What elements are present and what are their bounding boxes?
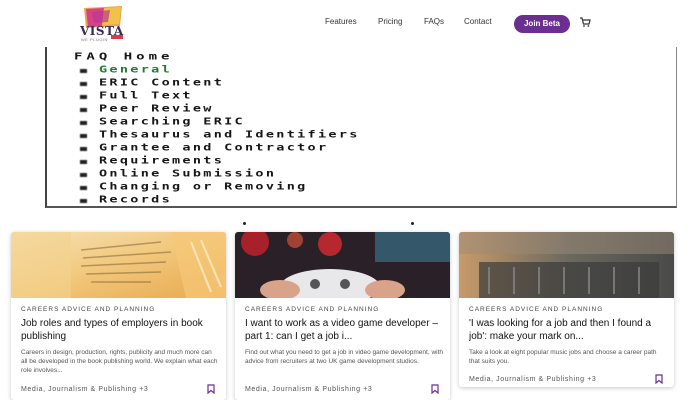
article-card[interactable]: CAREERS ADVICE AND PLANNING Job roles an… xyxy=(11,232,226,400)
faq-item-peer-review: Peer Review xyxy=(99,103,214,115)
cart-icon[interactable] xyxy=(579,16,591,28)
book-pages-image xyxy=(11,232,226,298)
faq-item-requirements: Requirements xyxy=(99,155,225,167)
faq-item-online-submission: Online Submission xyxy=(99,168,277,180)
card-tags: Media, Journalism & Publishing +3 xyxy=(245,386,373,393)
bullet-icon xyxy=(80,160,87,164)
bullet-icon xyxy=(80,186,87,190)
card-tags: Media, Journalism & Publishing +3 xyxy=(21,386,149,393)
card-category: CAREERS ADVICE AND PLANNING xyxy=(245,306,380,313)
bullet-icon xyxy=(80,173,87,177)
article-card[interactable]: CAREERS ADVICE AND PLANNING I want to wo… xyxy=(235,232,450,400)
faq-item-eric-content: ERIC Content xyxy=(99,77,225,89)
faq-item-full-text: Full Text xyxy=(99,90,193,102)
faq-screenshot-image: FAQ Home General ERIC Content Full Text … xyxy=(45,47,677,208)
card-description: Take a look at eight popular music jobs … xyxy=(469,349,657,365)
card-title[interactable]: I want to work as a video game developer… xyxy=(245,318,443,344)
bookmark-icon[interactable] xyxy=(207,384,215,394)
faq-item-grantee: Grantee and Contractor xyxy=(99,142,329,154)
article-card[interactable]: CAREERS ADVICE AND PLANNING 'I was looki… xyxy=(459,232,674,387)
card-category: CAREERS ADVICE AND PLANNING xyxy=(469,306,604,313)
carousel-dot[interactable] xyxy=(411,222,414,225)
logo-tagline: WE PLUGIN xyxy=(81,37,108,42)
bullet-icon xyxy=(80,82,87,86)
faq-item-general: General xyxy=(99,64,172,76)
faq-item-changing: Changing or Removing xyxy=(99,181,308,193)
card-description: Find out what you need to get a job in v… xyxy=(245,349,443,365)
card-tags: Media, Journalism & Publishing +3 xyxy=(469,376,597,383)
card-category: CAREERS ADVICE AND PLANNING xyxy=(21,306,156,313)
card-title[interactable]: 'I was looking for a job and then I foun… xyxy=(469,318,667,344)
bookmark-icon[interactable] xyxy=(431,384,439,394)
card-title[interactable]: Job roles and types of employers in book… xyxy=(21,318,219,344)
bullet-icon xyxy=(80,121,87,125)
faq-item-thesaurus: Thesaurus and Identifiers xyxy=(99,129,360,141)
faq-item-searching-eric: Searching ERIC xyxy=(99,116,245,128)
card-description: Careers in design, production, rights, p… xyxy=(21,349,218,374)
bullet-icon xyxy=(80,108,87,112)
nav-faqs[interactable]: FAQs xyxy=(424,17,444,26)
faq-heading: FAQ Home xyxy=(74,51,174,63)
music-mixer-image xyxy=(459,232,674,298)
join-beta-button[interactable]: Join Beta xyxy=(514,15,570,33)
nav-contact[interactable]: Contact xyxy=(464,17,492,26)
nav-features[interactable]: Features xyxy=(325,17,357,26)
nav-pricing[interactable]: Pricing xyxy=(378,17,402,26)
site-header: VISTA WE PLUGIN Features Pricing FAQs Co… xyxy=(0,0,700,46)
bullet-icon xyxy=(80,69,87,73)
bookmark-icon[interactable] xyxy=(655,374,663,384)
carousel-dot[interactable] xyxy=(243,222,246,225)
bullet-icon xyxy=(80,95,87,99)
game-controller-image xyxy=(235,232,450,298)
bullet-icon xyxy=(80,147,87,151)
logo-text: VISTA xyxy=(80,24,124,38)
bullet-icon xyxy=(80,134,87,138)
faq-item-records: Records xyxy=(99,194,172,206)
bullet-icon xyxy=(80,199,87,203)
